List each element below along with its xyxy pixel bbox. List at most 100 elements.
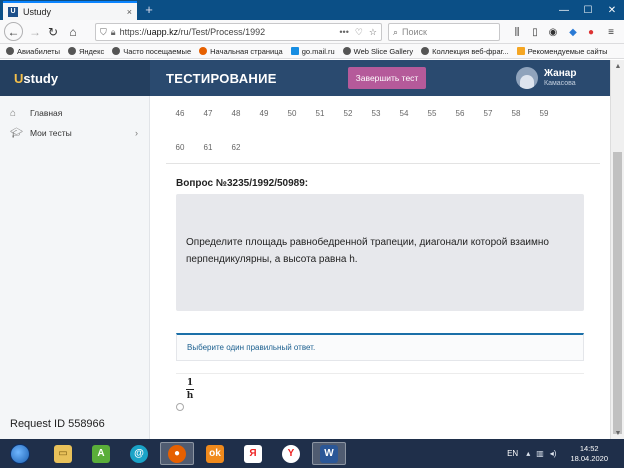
clock[interactable]: 14:52 18.04.2020 [570, 444, 608, 464]
scroll-up-icon[interactable]: ▲ [611, 60, 624, 72]
browser-tab-strip: U Ustudy × + — ☐ ✕ [0, 0, 624, 20]
sidebar-item-label: Мои тесты [30, 128, 72, 138]
arrow-left-icon: ← [7, 24, 20, 39]
taskbar-app-firefox[interactable]: ● [160, 442, 194, 465]
taskbar-app-chat[interactable]: @ [122, 442, 156, 465]
volume-icon[interactable]: ◂) [550, 449, 557, 458]
taskbar-app-odnoklassniki[interactable]: ok [198, 442, 232, 465]
question-number-link[interactable]: 58 [506, 109, 526, 118]
url-text[interactable]: https://uapp.kz/ru/Test/Process/1992 [120, 27, 334, 37]
brand-logo[interactable]: Ustudy [0, 60, 150, 96]
question-box: Определите площадь равнобедренной трапец… [176, 194, 584, 311]
maximize-window-button[interactable]: ☐ [576, 0, 600, 20]
scrollbar-thumb[interactable] [613, 152, 622, 434]
odnoklassniki-icon: ok [206, 444, 224, 463]
bookmark-star-icon[interactable]: ☆ [369, 27, 377, 38]
question-number-link[interactable]: 54 [394, 109, 414, 118]
firefox-icon: ● [168, 444, 186, 463]
bookmark-item[interactable]: Web Slice Gallery [342, 47, 413, 56]
finish-test-button[interactable]: Завершить тест [348, 67, 426, 89]
question-number-link[interactable]: 62 [226, 143, 246, 152]
reload-button[interactable]: ↻ [44, 23, 62, 41]
question-text: Определите площадь равнобедренной трапец… [186, 237, 549, 265]
answer-instruction: Выберите один правильный ответ. [176, 333, 584, 361]
question-number-link[interactable]: 55 [422, 109, 442, 118]
start-button[interactable] [0, 439, 40, 468]
sidebar-item-my-tests[interactable]: 🎓︎ Мои тесты › [10, 126, 140, 140]
url-bar[interactable]: ⛉ 🔒︎ https://uapp.kz/ru/Test/Process/199… [95, 23, 382, 41]
search-icon: ⌕ [393, 26, 399, 37]
sidebar-toggle-icon[interactable]: ▯ [528, 25, 542, 39]
extension-shield-icon[interactable]: ● [584, 25, 598, 39]
windows-logo-icon [10, 443, 30, 464]
taskbar-app-yandex-browser[interactable]: Y [274, 442, 308, 465]
account-icon[interactable]: ◉ [546, 25, 560, 39]
question-number-link[interactable]: 51 [310, 109, 330, 118]
page-actions-icon[interactable]: ••• [339, 27, 348, 37]
search-bar[interactable]: ⌕ Поиск [388, 23, 500, 41]
scroll-down-icon[interactable]: ▼ [611, 427, 624, 439]
pocket-icon[interactable]: ♡ [355, 27, 363, 38]
app-header: Ustudy ТЕСТИРОВАНИЕ Завершить тест Жанар… [0, 60, 610, 96]
answer-radio[interactable] [176, 403, 184, 411]
user-menu[interactable]: Жанар Камасова [516, 64, 576, 92]
question-number-link[interactable]: 50 [282, 109, 302, 118]
reload-icon: ↻ [47, 25, 59, 39]
question-number-link[interactable]: 56 [450, 109, 470, 118]
question-number-link[interactable]: 47 [198, 109, 218, 118]
page-scrollbar[interactable]: ▲ ▼ [610, 60, 624, 439]
question-number-link[interactable]: 61 [198, 143, 218, 152]
language-indicator[interactable]: EN [507, 449, 518, 458]
question-number-link[interactable]: 52 [338, 109, 358, 118]
lock-icon: 🔒︎ [110, 26, 116, 37]
menu-hamburger-icon[interactable]: ≡ [604, 25, 618, 39]
network-icon[interactable]: ▥ [536, 449, 544, 458]
tray-chevron-icon[interactable]: ▴ [526, 449, 530, 458]
taskbar-app-a[interactable]: A [84, 442, 118, 465]
bookmark-item[interactable]: Коллекция веб-фраг... [421, 47, 509, 56]
bookmark-item[interactable]: Авиабилеты [6, 47, 60, 56]
question-number-link[interactable]: 49 [254, 109, 274, 118]
new-tab-button[interactable]: + [142, 2, 156, 18]
question-title: Вопрос №3235/1992/50989: [176, 178, 309, 189]
taskbar-app-word[interactable]: W [312, 442, 346, 465]
question-number-link[interactable]: 57 [478, 109, 498, 118]
library-icon[interactable]: ⫼ [510, 25, 524, 39]
request-id: Request ID 558966 [10, 418, 105, 430]
main-content: 46 47 48 49 50 51 52 53 54 55 56 57 58 5… [150, 96, 610, 439]
sidebar: ⌂ Главная 🎓︎ Мои тесты › [0, 96, 150, 439]
extension-icon[interactable]: ◆ [566, 25, 580, 39]
close-window-button[interactable]: ✕ [600, 0, 624, 20]
bookmark-item[interactable]: Рекомендуемые сайты [516, 47, 608, 56]
bookmark-item[interactable]: Часто посещаемые [112, 47, 191, 56]
back-button[interactable]: ← [4, 22, 23, 41]
minimize-window-button[interactable]: — [552, 0, 576, 20]
user-name: Жанар [544, 68, 577, 79]
sidebar-item-home[interactable]: ⌂ Главная [10, 106, 140, 120]
ustudy-favicon-icon: U [8, 6, 18, 17]
bookmark-item[interactable]: go.mail.ru [290, 47, 335, 56]
home-button[interactable]: ⌂ [64, 23, 82, 41]
taskbar-app-yandex[interactable]: Я [236, 442, 270, 465]
question-number-link[interactable]: 60 [170, 143, 190, 152]
graduation-cap-icon: 🎓︎ [10, 127, 23, 139]
word-icon: W [320, 444, 338, 463]
triangle-app-icon: A [92, 444, 110, 463]
taskbar-app-explorer[interactable]: ▭ [46, 442, 80, 465]
question-number-link[interactable]: 53 [366, 109, 386, 118]
question-number-link[interactable]: 48 [226, 109, 246, 118]
folder-icon: ▭ [54, 444, 72, 463]
bookmark-item[interactable]: Яндекс [67, 47, 104, 56]
browser-tab[interactable]: U Ustudy × [3, 1, 137, 20]
forward-button[interactable]: → [26, 23, 44, 41]
tab-close-icon[interactable]: × [127, 7, 132, 17]
question-number-link[interactable]: 59 [534, 109, 554, 118]
taskbar: ▭ A @ ● ok Я Y W EN ▴ ▥ ◂) 14:52 18.04.2… [0, 439, 624, 468]
question-number-link[interactable]: 46 [170, 109, 190, 118]
bookmarks-bar: Авиабилеты Яндекс Часто посещаемые Начал… [0, 44, 624, 59]
globe-icon [67, 47, 76, 55]
system-tray: EN ▴ ▥ ◂) 14:52 18.04.2020 [507, 439, 624, 468]
home-icon: ⌂ [10, 107, 17, 119]
bookmark-item[interactable]: Начальная страница [199, 47, 283, 56]
divider [166, 163, 600, 164]
